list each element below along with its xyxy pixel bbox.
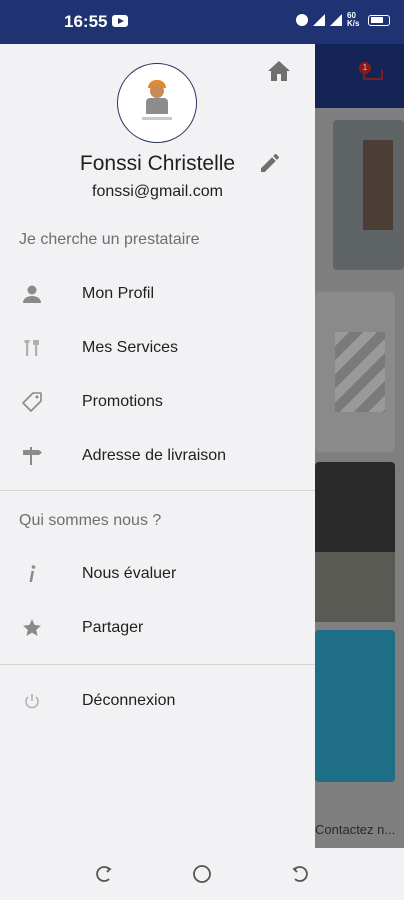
menu-item-promotions[interactable]: Promotions [0,375,315,429]
tag-icon [22,392,42,412]
background-card-image [315,292,395,452]
background-card-image [315,630,395,782]
avatar[interactable] [117,63,197,143]
youtube-notification-icon [112,15,128,27]
recent-apps-icon[interactable] [94,864,114,884]
user-email: fonssi@gmail.com [92,183,223,200]
divider [0,490,315,491]
background-card-image [333,120,404,270]
menu-item-adresse-livraison[interactable]: Adresse de livraison [0,429,315,483]
cart-icon: 1 [359,62,385,86]
status-bar: 16:55 60 K/s 42 [0,0,404,44]
status-time: 16:55 [64,12,108,31]
info-icon [29,565,36,582]
hotspot-icon [296,14,308,26]
power-icon [25,694,39,709]
menu-item-mes-services[interactable]: Mes Services [0,321,315,375]
menu-item-label: Déconnexion [82,692,176,709]
menu-item-label: Mes Services [82,339,179,356]
section-header-client: Je cherche un prestataire [19,231,200,248]
menu-item-partager[interactable]: Partager [0,601,315,655]
menu-item-label: Promotions [82,393,163,410]
star-icon [23,619,41,636]
tools-icon [24,340,39,356]
status-icons: 60 K/s 42 [296,12,390,28]
battery-icon [368,14,390,26]
signal-icon [313,14,325,26]
menu-item-nous-evaluer[interactable]: Nous évaluer [0,547,315,601]
home-button-icon[interactable] [192,864,212,884]
menu-item-label: Mon Profil [82,285,155,302]
signpost-icon [23,447,42,465]
signal-icon-2 [330,14,342,26]
network-speed-unit: K/s [347,19,360,28]
menu-item-label: Partager [82,619,144,636]
menu-item-label: Adresse de livraison [82,447,227,464]
background-app-bar: 1 [315,44,404,108]
back-icon[interactable] [290,864,310,884]
cart-badge: 1 [359,62,371,74]
menu-item-label: Nous évaluer [82,565,177,582]
divider [0,664,315,665]
home-icon[interactable] [267,60,291,82]
background-card-image [315,462,395,622]
system-navigation-bar [0,848,404,900]
background-app-scrim[interactable]: 1 Contactez n... [315,44,404,848]
navigation-drawer: Fonssi Christelle fonssi@gmail.com Je ch… [0,44,315,848]
person-icon [23,285,41,303]
section-header-about: Qui sommes nous ? [19,512,162,529]
network-speed: 60 K/s [347,12,363,28]
menu-item-deconnexion[interactable]: Déconnexion [0,674,315,728]
menu-item-mon-profil[interactable]: Mon Profil [0,267,315,321]
edit-pencil-icon[interactable] [258,151,282,175]
contact-label: Contactez n... [315,822,396,837]
